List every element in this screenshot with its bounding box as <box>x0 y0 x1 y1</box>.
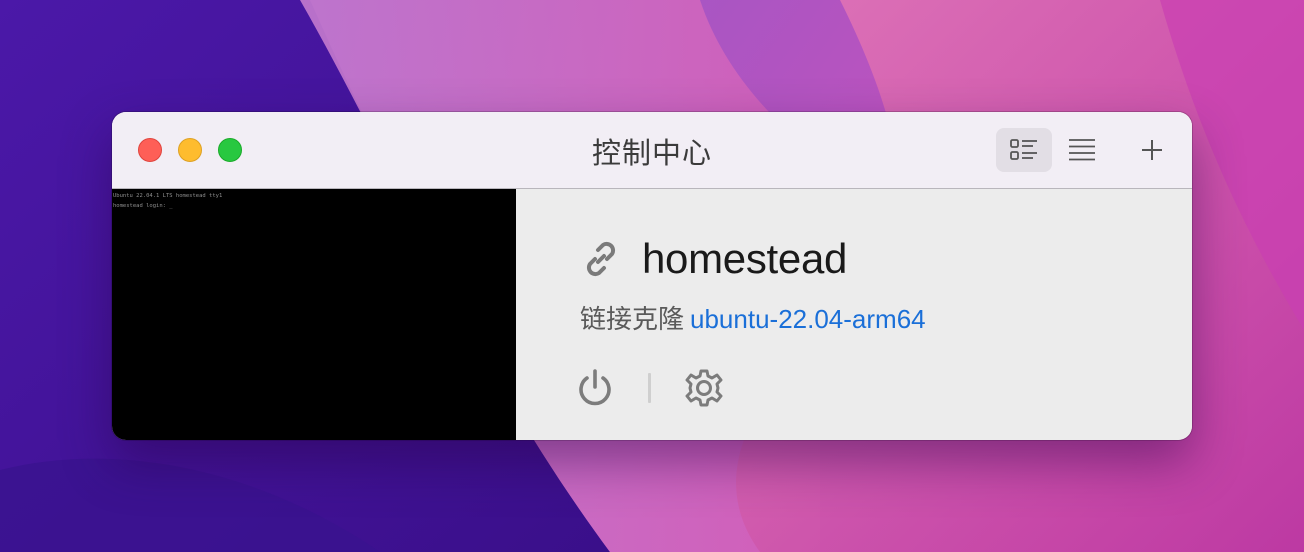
close-button[interactable] <box>138 138 162 162</box>
vm-terminal-preview[interactable]: Ubuntu 22.04.1 LTS homestead tty1 homeste… <box>112 189 516 440</box>
link-icon <box>586 241 616 277</box>
add-vm-button[interactable] <box>1126 128 1178 172</box>
control-center-window: 控制中心 Ubuntu 22.04.1 LTS homestead tty1 h… <box>112 112 1192 440</box>
plus-icon <box>1142 140 1162 160</box>
vm-actions <box>574 367 725 409</box>
grid-view-button[interactable] <box>996 128 1052 172</box>
clone-label: 链接克隆 <box>580 304 685 334</box>
terminal-line: homestead login: _ <box>113 203 173 209</box>
titlebar[interactable]: 控制中心 <box>112 112 1192 189</box>
vm-detail-panel: homestead 链接克隆 ubuntu-22.04-arm64 <box>516 189 1192 440</box>
list-view-button[interactable] <box>1054 128 1110 172</box>
grid-list-icon <box>1010 139 1037 160</box>
gear-icon[interactable] <box>683 367 725 409</box>
clone-source-link[interactable]: ubuntu-22.04-arm64 <box>690 304 926 334</box>
terminal-line: Ubuntu 22.04.1 LTS homestead tty1 <box>113 193 223 199</box>
action-separator <box>648 373 651 403</box>
zoom-button[interactable] <box>218 138 242 162</box>
list-icon <box>1069 139 1095 161</box>
vm-header: homestead <box>580 235 847 283</box>
power-icon[interactable] <box>574 367 616 409</box>
minimize-button[interactable] <box>178 138 202 162</box>
desktop: 控制中心 Ubuntu 22.04.1 LTS homestead tty1 h… <box>0 0 1304 552</box>
clone-info: 链接克隆 ubuntu-22.04-arm64 <box>580 299 926 336</box>
vm-name: homestead <box>642 235 848 282</box>
